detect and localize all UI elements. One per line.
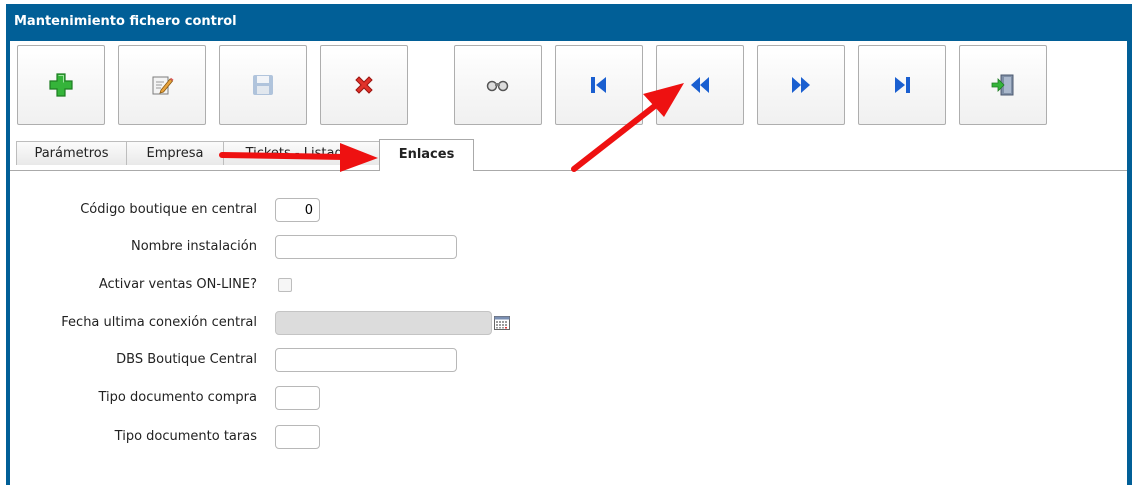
last-record-icon — [895, 77, 910, 93]
first-record-icon — [591, 77, 606, 93]
tipo-taras-label: Tipo documento taras — [114, 429, 257, 444]
previous-record-button[interactable] — [656, 45, 744, 125]
codigo-boutique-input[interactable] — [275, 198, 320, 222]
next-record-icon — [792, 77, 810, 93]
edit-button[interactable] — [118, 45, 206, 125]
last-record-button[interactable] — [858, 45, 946, 125]
tipo-compra-label: Tipo documento compra — [98, 390, 258, 405]
main-window: Mantenimiento fichero control Parámetros… — [6, 4, 1132, 485]
floppy-disk-icon — [253, 75, 273, 95]
window-title: Mantenimiento fichero control — [14, 14, 237, 29]
next-record-button[interactable] — [757, 45, 845, 125]
plus-icon — [49, 73, 73, 97]
exit-button[interactable] — [959, 45, 1047, 125]
fecha-conexion-input[interactable] — [275, 311, 492, 335]
edit-note-icon — [152, 76, 174, 95]
add-button[interactable] — [17, 45, 105, 125]
delete-button[interactable] — [320, 45, 408, 125]
save-button[interactable] — [219, 45, 307, 125]
tab-enlaces[interactable]: Enlaces — [379, 139, 474, 171]
nombre-instalacion-input[interactable] — [275, 235, 457, 259]
fecha-conexion-label: Fecha ultima conexión central — [61, 315, 257, 330]
tipo-taras-input[interactable] — [275, 425, 320, 449]
dbs-boutique-input[interactable] — [275, 348, 457, 372]
tab-bar: Parámetros Empresa Tickets - Listados En… — [10, 135, 1127, 171]
form-panel: Código boutique en central Nombre instal… — [10, 170, 1127, 485]
tab-tickets-listados[interactable]: Tickets - Listados — [223, 141, 380, 165]
dbs-boutique-label: DBS Boutique Central — [116, 352, 257, 367]
previous-record-icon — [691, 77, 709, 93]
exit-door-icon — [991, 74, 1014, 96]
binoculars-icon — [486, 80, 509, 92]
first-record-button[interactable] — [555, 45, 643, 125]
toolbar — [10, 41, 1127, 138]
codigo-boutique-label: Código boutique en central — [80, 202, 257, 217]
red-x-icon — [355, 76, 373, 94]
tab-parametros[interactable]: Parámetros — [16, 141, 127, 165]
calendar-icon[interactable] — [494, 316, 510, 330]
search-button[interactable] — [454, 45, 542, 125]
tipo-compra-input[interactable] — [275, 386, 320, 410]
activar-ventas-label: Activar ventas ON-LINE? — [98, 277, 257, 292]
tab-empresa[interactable]: Empresa — [126, 141, 224, 165]
activar-ventas-checkbox[interactable] — [278, 278, 292, 292]
nombre-instalacion-label: Nombre instalación — [130, 239, 257, 254]
